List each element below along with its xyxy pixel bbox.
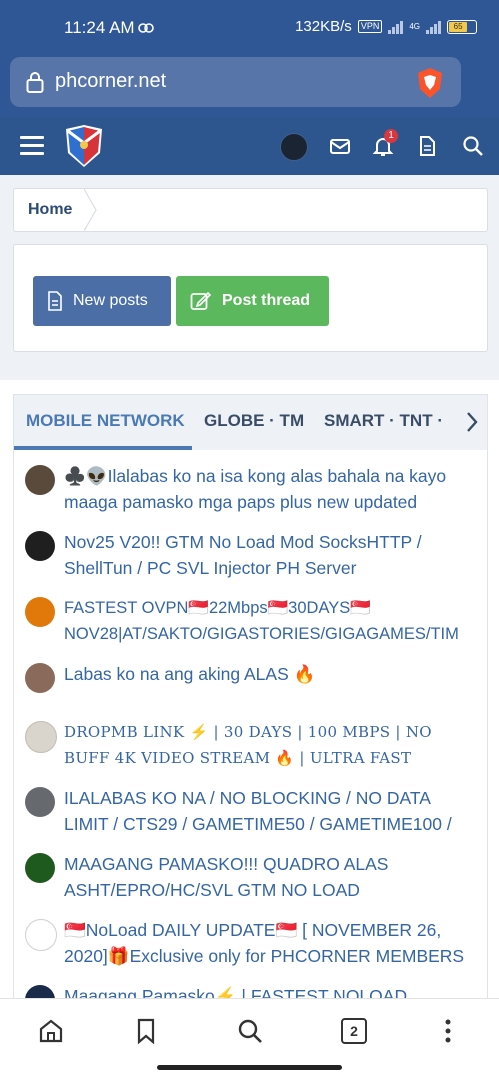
gesture-bar[interactable]: [157, 1065, 342, 1070]
tab-mobile-network[interactable]: MOBILE NETWORK: [26, 411, 185, 431]
new-posts-label: New posts: [73, 292, 148, 309]
status-indicators: 132KB/s VPN 4G 65: [295, 18, 477, 35]
battery-icon: 65: [447, 19, 477, 34]
thread-row[interactable]: Nov25 V20!! GTM No Load Mod SocksHTTP / …: [13, 516, 488, 583]
status-time: 11:24 AM: [64, 18, 135, 37]
network-type: 4G: [409, 21, 420, 31]
thread-title[interactable]: Nov25 V20!! GTM No Load Mod SocksHTTP / …: [64, 529, 479, 581]
tab-globe-tm[interactable]: GLOBE · TM: [204, 411, 304, 431]
thread-row[interactable]: Labas ko na ang aking ALAS 🔥: [13, 648, 488, 707]
thread-avatar: [25, 465, 55, 495]
mail-icon[interactable]: [329, 135, 351, 157]
breadcrumb-separator: [84, 189, 97, 231]
thread-row[interactable]: 🇸🇬NoLoad DAILY UPDATE🇸🇬 [ NOVEMBER 26, 2…: [13, 904, 488, 971]
thread-row[interactable]: ♣️👽Ilalabas ko na isa kong alas bahala n…: [13, 450, 488, 517]
lock-icon: [26, 72, 44, 93]
thread-avatar: [25, 721, 57, 753]
action-panel: New posts Post thread: [13, 244, 488, 352]
thread-title[interactable]: FASTEST OVPN🇸🇬22Mbps🇸🇬30DAYS🇸🇬 NOV28|AT/…: [64, 595, 479, 647]
thread-avatar: [25, 597, 55, 627]
url-text[interactable]: phcorner.net: [55, 70, 166, 93]
infinity-icon: [138, 23, 154, 33]
signal-icon-2: [426, 20, 441, 34]
edit-icon: [190, 291, 212, 310]
thread-avatar: [25, 985, 55, 998]
new-posts-button[interactable]: New posts: [33, 276, 171, 326]
tab-count-button[interactable]: 2: [341, 1018, 367, 1044]
tab-smart-tnt[interactable]: SMART · TNT · S: [324, 411, 459, 431]
thread-row[interactable]: DROPMB LINK ⚡ | 30 DAYS | 100 MBPS | NO …: [13, 706, 488, 773]
vpn-icon: VPN: [357, 20, 383, 33]
post-thread-button[interactable]: Post thread: [176, 276, 329, 326]
bookmark-icon[interactable]: [132, 1017, 160, 1045]
thread-title[interactable]: Maagang Pamasko⚡ | FASTEST NOLOAD: [64, 983, 479, 998]
brave-shield-icon[interactable]: [415, 67, 445, 99]
network-speed: 132KB/s: [295, 18, 352, 35]
thread-row[interactable]: FASTEST OVPN🇸🇬22Mbps🇸🇬30DAYS🇸🇬 NOV28|AT/…: [13, 582, 488, 649]
browser-toolbar: phcorner.net: [0, 55, 499, 117]
thread-title[interactable]: DROPMB LINK ⚡ | 30 DAYS | 100 MBPS | NO …: [64, 719, 479, 771]
site-header: 1: [0, 117, 499, 175]
thread-title[interactable]: Labas ko na ang aking ALAS 🔥: [64, 661, 479, 687]
thread-avatar: [25, 919, 57, 951]
site-logo[interactable]: [62, 123, 106, 169]
chevron-right-icon[interactable]: [465, 411, 479, 433]
thread-title[interactable]: ♣️👽Ilalabas ko na isa kong alas bahala n…: [64, 463, 479, 515]
user-avatar[interactable]: [280, 133, 308, 161]
home-icon[interactable]: [37, 1017, 65, 1045]
more-options-icon[interactable]: [434, 1017, 462, 1045]
post-thread-label: Post thread: [222, 292, 311, 309]
thread-avatar: [25, 853, 55, 883]
thread-title[interactable]: 🇸🇬NoLoad DAILY UPDATE🇸🇬 [ NOVEMBER 26, 2…: [64, 917, 479, 969]
breadcrumb-home[interactable]: Home: [28, 201, 72, 219]
battery-level: 65: [449, 21, 468, 32]
thread-avatar: [25, 787, 55, 817]
thread-row[interactable]: Maagang Pamasko⚡ | FASTEST NOLOAD: [13, 970, 488, 999]
browser-bottom-bar: 2: [0, 998, 499, 1081]
notification-badge: 1: [384, 129, 398, 143]
category-tabs: MOBILE NETWORK GLOBE · TM SMART · TNT · …: [13, 394, 488, 450]
breadcrumb: Home: [13, 188, 488, 232]
thread-title[interactable]: MAAGANG PAMASKO!!! QUADRO ALAS ASHT/EPRO…: [64, 851, 479, 903]
signal-icon: [388, 20, 404, 34]
thread-avatar: [25, 531, 55, 561]
document-icon[interactable]: [416, 135, 438, 157]
thread-avatar: [25, 663, 55, 693]
address-bar[interactable]: phcorner.net: [10, 57, 461, 107]
thread-title[interactable]: ILALABAS KO NA / NO BLOCKING / NO DATA L…: [64, 785, 479, 837]
thread-row[interactable]: MAAGANG PAMASKO!!! QUADRO ALAS ASHT/EPRO…: [13, 838, 488, 905]
status-bar: 11:24 AM 132KB/s VPN 4G 65: [0, 0, 499, 55]
new-posts-icon: [48, 291, 62, 311]
thread-row[interactable]: ILALABAS KO NA / NO BLOCKING / NO DATA L…: [13, 772, 488, 839]
search-icon[interactable]: [236, 1017, 264, 1045]
search-icon[interactable]: [462, 135, 484, 157]
menu-icon[interactable]: [20, 136, 44, 156]
